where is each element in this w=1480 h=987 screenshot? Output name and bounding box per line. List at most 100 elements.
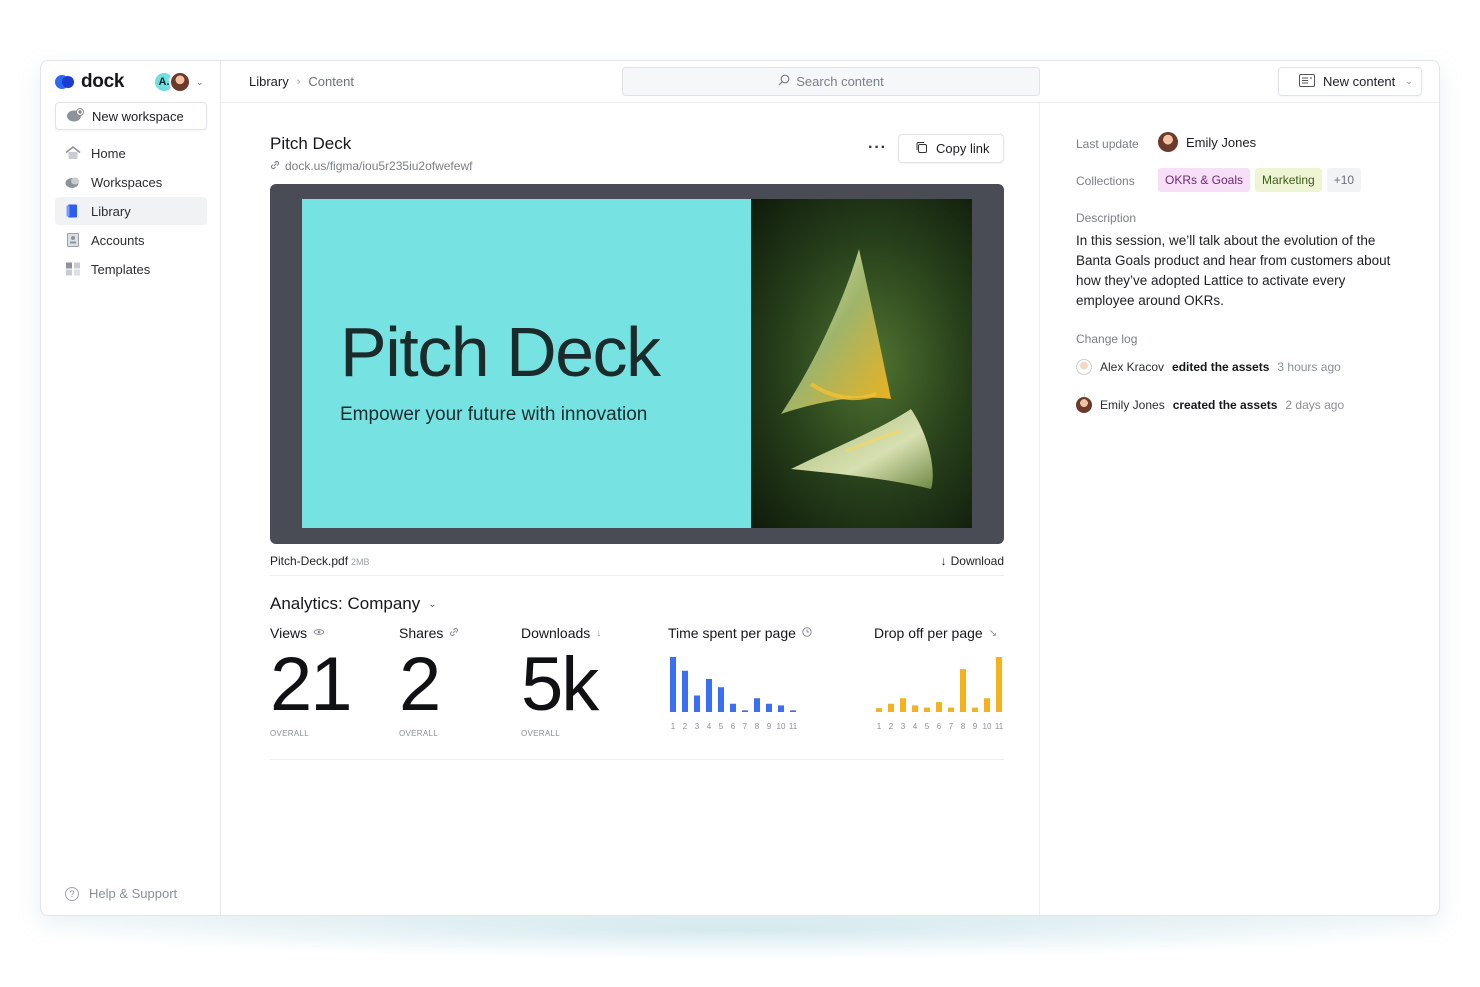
chart-bar: [960, 669, 966, 712]
sidebar-item-home[interactable]: Home: [55, 139, 207, 167]
document-title: Pitch Deck: [270, 134, 352, 153]
abstract-cone-illustration: [781, 249, 933, 489]
logo-text: dock: [81, 71, 125, 92]
chart-tick-label: 2: [683, 722, 688, 731]
description-text: In this session, we’ll talk about the ev…: [1076, 233, 1391, 308]
chart-tick-label: 11: [789, 722, 798, 731]
time-spent-bar-chart: 1 2 3 4 5 6 7 8 9 10 11: [670, 657, 798, 731]
metric-sub: OVERALL: [399, 729, 439, 738]
slide-title: Pitch Deck: [340, 313, 661, 391]
file-name-text: Pitch-Deck.pdf: [270, 554, 349, 568]
question-circle-icon: ?: [65, 886, 79, 901]
chart-bar: [718, 687, 724, 712]
file-name: Pitch-Deck.pdf 2MB: [270, 554, 370, 568]
metric-label: Shares: [399, 625, 459, 641]
chart-bar: [790, 710, 796, 712]
chart-tick-label: 1: [671, 722, 676, 731]
more-options-icon[interactable]: ···: [868, 139, 887, 157]
changelog-user: Emily Jones: [1100, 398, 1165, 412]
changelog-action: edited the assets: [1172, 360, 1270, 374]
download-label: Download: [950, 554, 1004, 568]
changelog-user: Alex Kracov: [1100, 360, 1165, 374]
sidebar-item-workspaces[interactable]: Workspaces: [55, 168, 207, 196]
main-content: Pitch Deck dock.us/figma/iou5r235iu2ofwe…: [221, 103, 1040, 915]
logo[interactable]: dock: [55, 71, 124, 93]
chart-bar: [888, 703, 894, 712]
avatar: [1076, 359, 1092, 375]
chart-bar: [996, 657, 1002, 712]
chart-tick-label: 1: [877, 722, 882, 731]
breadcrumb-library[interactable]: Library: [249, 74, 289, 89]
sidebar-item-accounts[interactable]: Accounts: [55, 226, 207, 254]
breadcrumb: Library › Content: [249, 74, 354, 89]
avatar: [1158, 132, 1178, 152]
chart-tick-label: 6: [937, 722, 942, 731]
chart-tick-label: 8: [961, 722, 966, 731]
metric-shares: Shares 2 OVERALL: [399, 625, 459, 738]
help-support-link[interactable]: ? Help & Support: [65, 886, 177, 901]
new-workspace-label: New workspace: [92, 108, 184, 124]
chart-bar: [670, 657, 676, 712]
search-icon: [778, 74, 790, 89]
link-icon: [449, 627, 459, 640]
analytics-scope-dropdown[interactable]: Analytics: Company ⌄: [270, 594, 437, 614]
collections-label: Collections: [1076, 174, 1135, 188]
copy-link-button[interactable]: Copy link: [898, 134, 1004, 163]
metric-value: 5k: [521, 642, 599, 727]
metric-downloads: Downloads ↓ 5k OVERALL: [521, 625, 601, 738]
chart-title: Drop off per page ↘: [874, 625, 997, 641]
tag-more[interactable]: +10: [1326, 168, 1362, 192]
chart-bar: [694, 695, 700, 712]
clock-icon: [802, 626, 812, 640]
app-window: dock A. ⌄ New workspace Home Workspaces …: [40, 60, 1440, 916]
chart-tick-label: 7: [743, 722, 748, 731]
chart-bar: [754, 698, 760, 712]
chart-bar: [900, 698, 906, 712]
slide-subtitle: Empower your future with innovation: [340, 404, 648, 425]
chart-bar: [936, 702, 942, 712]
chart-bar: [742, 710, 748, 712]
metric-views: Views 21 OVERALL: [270, 625, 353, 738]
copy-icon: [915, 141, 928, 157]
new-content-label: New content: [1323, 74, 1396, 89]
changelog-entry: Emily Jones created the assets 2 days ag…: [1076, 397, 1344, 413]
changelog-entry: Alex Kracov edited the assets 3 hours ag…: [1076, 359, 1341, 375]
library-icon: [65, 204, 81, 218]
search-input[interactable]: Search content: [622, 67, 1040, 96]
description-label: Description: [1076, 211, 1137, 225]
chart-tick-label: 3: [695, 722, 700, 731]
last-update-user[interactable]: Emily Jones: [1158, 132, 1256, 152]
sidebar-item-library[interactable]: Library: [55, 197, 207, 225]
chart-tick-label: 7: [949, 722, 954, 731]
avatar: [1076, 397, 1092, 413]
document-preview[interactable]: Pitch Deck Empower your future with inno…: [270, 184, 1004, 544]
chart-bar: [730, 703, 736, 712]
drop-off-chart: Drop off per page ↘ 1 2 3 4 5 6 7 8 9 10 11: [874, 625, 1004, 731]
chart-tick-label: 3: [901, 722, 906, 731]
sidebar: dock A. ⌄ New workspace Home Workspaces …: [41, 61, 221, 915]
document-url[interactable]: dock.us/figma/iou5r235iu2ofwefewf: [270, 159, 472, 173]
chevron-down-icon: ⌄: [1405, 76, 1413, 86]
new-content-button[interactable]: New content ⌄: [1278, 67, 1422, 96]
dock-logo-icon: [55, 74, 77, 90]
metric-value: 2: [399, 642, 441, 727]
metric-label-text: Shares: [399, 625, 444, 641]
time-spent-chart: Time spent per page 1 2 3 4 5 6 7 8 9 10 11: [668, 625, 812, 731]
breadcrumb-content[interactable]: Content: [308, 74, 354, 89]
chart-bar: [984, 698, 990, 712]
avatar-photo: [169, 71, 191, 93]
chart-tick-label: 5: [925, 722, 930, 731]
chart-tick-label: 9: [767, 722, 772, 731]
sidebar-nav: Home Workspaces Library Accounts Templat…: [55, 139, 207, 284]
top-bar: Library › Content Search content New con…: [221, 61, 1439, 103]
chart-title-text: Time spent per page: [668, 625, 796, 641]
tag-marketing[interactable]: Marketing: [1255, 168, 1322, 192]
sidebar-item-label: Accounts: [91, 232, 145, 248]
sidebar-item-templates[interactable]: Templates: [55, 255, 207, 283]
workspaces-icon: [65, 175, 81, 189]
account-switcher[interactable]: A. ⌄: [153, 71, 204, 93]
last-update-label: Last update: [1076, 137, 1139, 151]
new-workspace-button[interactable]: New workspace: [55, 102, 207, 130]
tag-okrs-goals[interactable]: OKRs & Goals: [1158, 168, 1251, 192]
download-button[interactable]: ↓ Download: [941, 554, 1004, 568]
